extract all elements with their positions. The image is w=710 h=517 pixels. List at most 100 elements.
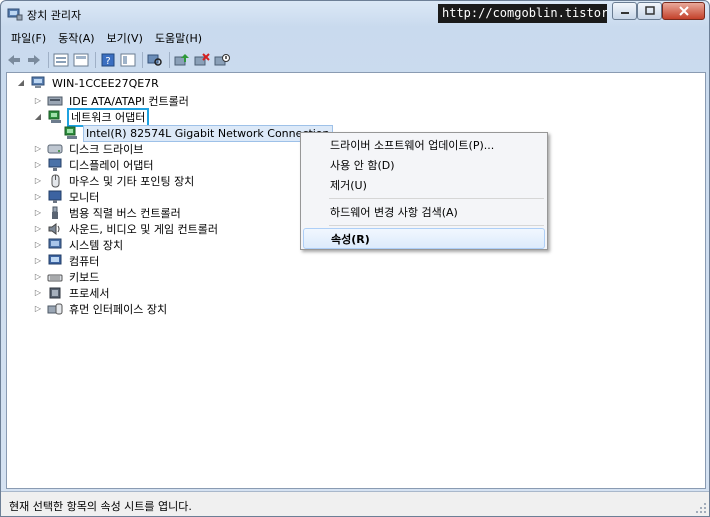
- tree-item-mice[interactable]: ▷ 마우스 및 기타 포인팅 장치: [33, 173, 196, 189]
- device-manager-app-icon: [7, 8, 23, 21]
- scan-button[interactable]: [146, 51, 164, 69]
- menu-file[interactable]: 파일(F): [5, 27, 52, 47]
- tree-item-disk-drives[interactable]: ▷ 디스크 드라이브: [33, 141, 145, 157]
- tree-item-sound[interactable]: ▷ 사운드, 비디오 및 게임 컨트롤러: [33, 221, 220, 237]
- tree-item-label: 모니터: [69, 190, 100, 204]
- properties-icon: [53, 53, 69, 67]
- expand-icon[interactable]: ▷: [33, 256, 43, 266]
- tree-item-label: 사운드, 비디오 및 게임 컨트롤러: [69, 222, 219, 236]
- view2-button[interactable]: [119, 51, 137, 69]
- view-icon: [73, 53, 89, 67]
- mouse-icon: [51, 174, 60, 188]
- resize-grip-icon[interactable]: [695, 502, 707, 514]
- update-driver-button[interactable]: [173, 51, 191, 69]
- toolbar: ?: [5, 49, 705, 71]
- maximize-button[interactable]: [637, 2, 662, 20]
- toolbar-separator: [95, 52, 96, 68]
- tree-item-label: 시스템 장치: [69, 238, 124, 252]
- tree-item-label: 컴퓨터: [69, 254, 100, 268]
- ctx-properties[interactable]: 속성(R): [303, 228, 545, 249]
- expand-icon[interactable]: ▷: [33, 288, 43, 298]
- title-bar[interactable]: 장치 관리자 http://comgoblin.tistory.com: [1, 1, 709, 27]
- properties-button[interactable]: [52, 51, 70, 69]
- scan-icon: [147, 54, 162, 66]
- tree-item-label: 키보드: [69, 270, 100, 284]
- tree-item-keyboards[interactable]: ▷ 키보드: [33, 269, 101, 285]
- menu-help[interactable]: 도움말(H): [149, 27, 208, 47]
- system-device-icon: [48, 238, 62, 249]
- disable-icon: [214, 54, 230, 66]
- hid-icon: [47, 303, 63, 315]
- tree-item-computer[interactable]: ▷ 컴퓨터: [33, 253, 101, 269]
- collapse-icon[interactable]: ◢: [33, 112, 43, 122]
- context-menu: 드라이버 소프트웨어 업데이트(P)... 사용 안 함(D) 제거(U) 하드…: [300, 132, 548, 250]
- back-button[interactable]: [5, 51, 23, 69]
- expand-icon[interactable]: ▷: [33, 272, 43, 282]
- tree-item-intel-nic[interactable]: Intel(R) 82574L Gigabit Network Connecti…: [63, 124, 333, 142]
- network-card-icon: [64, 126, 77, 139]
- tree-item-usb[interactable]: ▷ 범용 직렬 버스 컨트롤러: [33, 205, 183, 221]
- expand-icon[interactable]: ▷: [33, 192, 43, 202]
- close-icon: [678, 6, 689, 16]
- ctx-disable[interactable]: 사용 안 함(D): [303, 155, 545, 176]
- expand-icon[interactable]: ▷: [33, 160, 43, 170]
- ide-controller-icon: [47, 96, 63, 106]
- processor-icon: [49, 287, 61, 299]
- ctx-update-driver[interactable]: 드라이버 소프트웨어 업데이트(P)...: [303, 135, 545, 156]
- minimize-icon: [620, 12, 629, 14]
- back-icon: [8, 55, 20, 65]
- ctx-uninstall[interactable]: 제거(U): [303, 175, 545, 196]
- display-adapter-icon: [48, 158, 62, 171]
- collapse-icon[interactable]: ◢: [16, 78, 26, 88]
- tree-item-system-devices[interactable]: ▷ 시스템 장치: [33, 237, 125, 253]
- expand-icon[interactable]: ▷: [33, 304, 43, 314]
- expand-icon[interactable]: ▷: [33, 176, 43, 186]
- view2-icon: [120, 53, 136, 67]
- tree-item-label: 휴먼 인터페이스 장치: [69, 302, 168, 316]
- close-button[interactable]: [662, 2, 705, 20]
- ctx-separator: [329, 225, 544, 226]
- computer-icon: [31, 76, 45, 88]
- tree-item-display-adapters[interactable]: ▷ 디스플레이 어댑터: [33, 157, 155, 173]
- view-button[interactable]: [72, 51, 90, 69]
- toolbar-separator: [169, 52, 170, 68]
- forward-button[interactable]: [25, 51, 43, 69]
- uninstall-icon: [194, 53, 210, 66]
- tree-item-label: 디스크 드라이브: [69, 142, 144, 156]
- tree-item-processors[interactable]: ▷ 프로세서: [33, 285, 111, 301]
- maximize-icon: [644, 6, 655, 15]
- expand-icon[interactable]: ▷: [33, 96, 43, 106]
- tree-item-label: Intel(R) 82574L Gigabit Network Connecti…: [83, 124, 333, 142]
- tree-item-monitors[interactable]: ▷ 모니터: [33, 189, 101, 205]
- minimize-button[interactable]: [612, 2, 637, 20]
- tree-item-label: IDE ATA/ATAPI 컨트롤러: [69, 94, 189, 108]
- menu-bar: 파일(F) 동작(A) 보기(V) 도움말(H): [5, 27, 705, 47]
- expand-icon[interactable]: ▷: [33, 144, 43, 154]
- computer-icon: [48, 254, 62, 265]
- update-driver-icon: [174, 54, 189, 66]
- tree-item-label: 마우스 및 기타 포인팅 장치: [69, 174, 195, 188]
- menu-view[interactable]: 보기(V): [101, 27, 149, 47]
- ctx-scan-hardware[interactable]: 하드웨어 변경 사항 검색(A): [303, 202, 545, 223]
- status-text: 현재 선택한 항목의 속성 시트를 엽니다.: [9, 500, 192, 513]
- help-button[interactable]: ?: [99, 51, 117, 69]
- forward-icon: [28, 55, 40, 65]
- monitor-icon: [48, 190, 62, 203]
- expand-icon[interactable]: ▷: [33, 224, 43, 234]
- tree-root-label: WIN-1CCEE27QE7R: [52, 76, 159, 90]
- keyboard-icon: [47, 274, 63, 282]
- tree-item-hid[interactable]: ▷ 휴먼 인터페이스 장치: [33, 301, 169, 317]
- tree-root[interactable]: ◢ WIN-1CCEE27QE7R: [16, 75, 161, 91]
- expand-icon[interactable]: ▷: [33, 208, 43, 218]
- device-manager-window: 장치 관리자 http://comgoblin.tistory.com 파일(F…: [0, 0, 710, 517]
- tree-item-network-adapters[interactable]: ◢ 네트워크 어댑터: [33, 107, 150, 127]
- tree-item-label: 디스플레이 어댑터: [69, 158, 154, 172]
- status-bar: 현재 선택한 항목의 속성 시트를 엽니다.: [1, 491, 709, 516]
- window-title: 장치 관리자: [27, 9, 82, 22]
- toolbar-separator: [142, 52, 143, 68]
- menu-action[interactable]: 동작(A): [52, 27, 100, 47]
- disable-button[interactable]: [213, 51, 231, 69]
- tree-item-label: 프로세서: [69, 286, 110, 300]
- uninstall-button[interactable]: [193, 51, 211, 69]
- expand-icon[interactable]: ▷: [33, 240, 43, 250]
